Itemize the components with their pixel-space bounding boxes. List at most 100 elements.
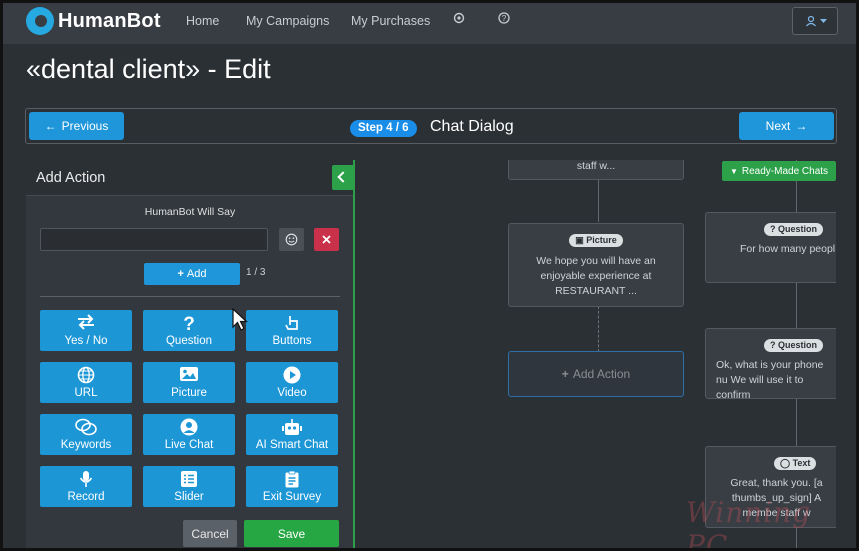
save-button[interactable]: Save <box>244 520 339 547</box>
logo-icon <box>26 7 54 35</box>
flow-node-text[interactable]: staff w... <box>508 160 684 180</box>
node-badge-row: ◯ Text <box>706 456 836 471</box>
microphone-icon <box>79 471 93 487</box>
add-message-button[interactable]: + Add <box>144 263 240 285</box>
next-button[interactable]: Next → <box>739 112 834 140</box>
user-menu-button[interactable] <box>792 7 838 35</box>
divider <box>40 296 340 297</box>
node-badge-row: ? Question <box>706 222 836 237</box>
node-text: staff w... <box>576 160 616 172</box>
node-badge-row: ▣ Picture <box>509 233 683 248</box>
svg-text:?: ? <box>183 314 195 332</box>
settings-icon[interactable] <box>452 11 466 25</box>
action-label: Exit Survey <box>262 491 322 503</box>
action-live-chat-button[interactable]: Live Chat <box>143 414 235 455</box>
svg-text:?: ? <box>502 14 507 23</box>
arrow-left-icon: ← <box>44 119 57 133</box>
action-exit-survey-button[interactable]: Exit Survey <box>246 466 338 507</box>
action-url-button[interactable]: URL <box>40 362 132 403</box>
logo-text: HumanBot <box>58 9 161 32</box>
flow-node-question[interactable]: ? Question For how many peopl <box>705 212 836 283</box>
add-action-label: Add Action <box>572 367 631 381</box>
chevron-down-icon <box>820 19 827 23</box>
action-label: AI Smart Chat <box>255 439 329 451</box>
play-icon <box>283 366 301 384</box>
smiley-icon <box>285 233 298 246</box>
action-question-button[interactable]: ? Question <box>143 310 235 351</box>
nav-link-my-campaigns[interactable]: My Campaigns <box>246 14 329 28</box>
message-counter: 1 / 3 <box>246 267 266 278</box>
user-icon <box>806 15 816 27</box>
plus-icon: + <box>561 367 569 381</box>
flow-node-picture[interactable]: ▣ Picture We hope you will have an enjoy… <box>508 223 684 307</box>
action-label: Keywords <box>60 439 112 451</box>
emoji-button[interactable] <box>279 228 304 251</box>
picture-badge: ▣ Picture <box>569 234 623 247</box>
flow-node-question[interactable]: ? Question Ok, what is your phone nu We … <box>705 328 836 401</box>
nav-link-home[interactable]: Home <box>186 14 219 28</box>
action-label: Video <box>277 387 307 399</box>
user-circle-icon <box>180 418 198 436</box>
chevron-down-icon: ▼ <box>729 166 738 176</box>
panel-title: Add Action <box>36 170 106 186</box>
clipboard-icon <box>285 470 299 488</box>
action-label: Buttons <box>272 335 312 347</box>
top-navbar: HumanBot Home My Campaigns My Purchases … <box>0 0 859 44</box>
plus-icon: + <box>177 268 184 280</box>
globe-icon <box>77 366 95 384</box>
image-icon <box>180 367 198 381</box>
collapse-panel-button[interactable] <box>332 165 354 190</box>
node-badge-row: ? Question <box>706 338 836 353</box>
node-text: We hope you will have an enjoyable exper… <box>536 255 656 297</box>
list-icon <box>181 471 197 487</box>
panel-header: Add Action <box>26 160 354 196</box>
close-icon <box>322 235 331 244</box>
add-action-panel: Add Action HumanBot Will Say + Add 1 / 3… <box>26 160 354 551</box>
connector-line <box>598 178 599 222</box>
badge-label: Question <box>778 340 818 350</box>
connector-line-dashed <box>598 306 599 352</box>
ready-made-label: Ready-Made Chats <box>741 165 829 177</box>
flow-canvas[interactable]: staff w... ▣ Picture We hope you will ha… <box>355 160 836 551</box>
add-action-node[interactable]: + Add Action <box>508 351 684 397</box>
ready-made-chats-button[interactable]: ▼ Ready-Made Chats <box>722 161 836 181</box>
logo[interactable]: HumanBot <box>26 6 161 36</box>
question-badge: ? Question <box>764 223 824 236</box>
step-bar: ← Previous Step 4 / 6 Chat Dialog Next → <box>25 108 837 144</box>
node-text: For how many peopl <box>740 243 836 255</box>
step-badge: Step 4 / 6 <box>350 120 417 137</box>
action-yes-no-button[interactable]: Yes / No <box>40 310 132 351</box>
action-video-button[interactable]: Video <box>246 362 338 403</box>
previous-button[interactable]: ← Previous <box>29 112 124 140</box>
action-label: Yes / No <box>64 335 108 347</box>
step-title: Chat Dialog <box>430 118 514 135</box>
action-picture-button[interactable]: Picture <box>143 362 235 403</box>
action-label: Question <box>165 335 213 347</box>
action-label: URL <box>74 387 98 399</box>
previous-label: Previous <box>61 119 109 133</box>
watermark: Winning PC <box>686 496 812 551</box>
badge-label: Text <box>792 458 811 468</box>
action-slider-button[interactable]: Slider <box>143 466 235 507</box>
swap-icon <box>78 314 94 330</box>
badge-label: Picture <box>586 235 617 245</box>
nav-link-my-purchases[interactable]: My Purchases <box>351 14 430 28</box>
action-record-button[interactable]: Record <box>40 466 132 507</box>
robot-icon <box>282 419 302 435</box>
action-label: Record <box>67 491 105 503</box>
action-buttons-button[interactable]: Buttons <box>246 310 338 351</box>
cancel-button[interactable]: Cancel <box>183 520 237 547</box>
help-icon[interactable]: ? <box>497 11 511 25</box>
action-keywords-button[interactable]: Keywords <box>40 414 132 455</box>
add-label: Add <box>186 268 207 280</box>
action-ai-smart-chat-button[interactable]: AI Smart Chat <box>246 414 338 455</box>
next-label: Next <box>765 119 791 133</box>
node-text: Ok, what is your phone nu We will use it… <box>716 359 824 401</box>
clear-message-button[interactable] <box>314 228 339 251</box>
action-label: Slider <box>174 491 204 503</box>
chat-bubbles-icon <box>75 418 97 436</box>
badge-label: Question <box>778 224 818 234</box>
chat-bubble-icon: ◯ <box>780 458 791 468</box>
mouse-cursor-icon <box>232 308 248 331</box>
message-input[interactable] <box>40 228 268 251</box>
